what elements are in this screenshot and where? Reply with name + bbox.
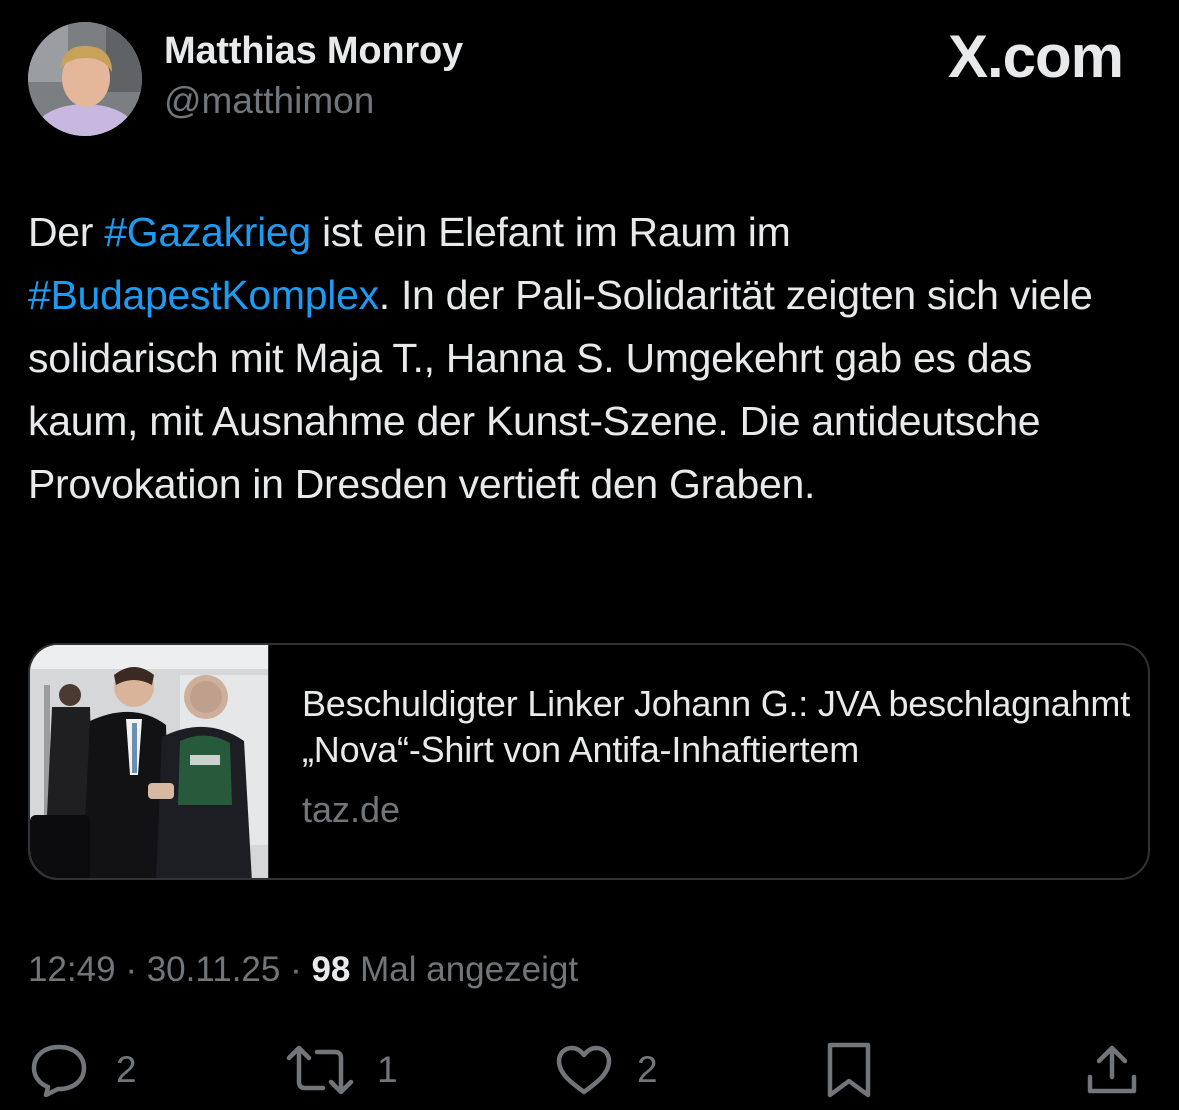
tweet-text-part: Der (28, 209, 105, 255)
view-label: Mal angezeigt (350, 950, 579, 989)
tweet-date[interactable]: 30.11.25 (147, 950, 281, 989)
like-count: 2 (637, 1049, 658, 1090)
bookmark-button[interactable] (826, 1040, 872, 1100)
link-card-thumbnail (30, 645, 269, 878)
link-card-source: taz.de (302, 789, 401, 830)
avatar[interactable] (28, 22, 142, 136)
author-handle[interactable]: @matthimon (164, 80, 374, 122)
repost-button[interactable]: 1 (285, 1040, 398, 1100)
brand-logo: X.com (947, 23, 1124, 90)
repost-icon (286, 1045, 354, 1095)
avatar-photo (28, 22, 142, 136)
link-card[interactable]: Beschuldigter Linker Johann G.: JVA besc… (28, 643, 1150, 880)
heart-icon (556, 1045, 612, 1095)
tweet-text-part: ist ein Elefant im Raum im (310, 209, 791, 255)
bookmark-icon (827, 1042, 871, 1098)
tweet-meta: 12:49 · 30.11.25 · 98 Mal angezeigt (28, 950, 578, 990)
repost-count: 1 (377, 1049, 398, 1090)
share-button[interactable] (1085, 1040, 1139, 1100)
tweet-text: Der #Gazakrieg ist ein Elefant im Raum i… (28, 201, 1138, 516)
meta-separator: · (280, 950, 312, 989)
hashtag-link[interactable]: #Gazakrieg (104, 209, 311, 255)
view-count: 98 (311, 950, 351, 989)
link-card-photo (30, 645, 268, 878)
author-name[interactable]: Matthias Monroy (164, 30, 463, 73)
reply-count: 2 (116, 1049, 137, 1090)
share-icon (1087, 1045, 1137, 1094)
reply-button[interactable]: 2 (30, 1040, 137, 1100)
reply-icon (31, 1044, 87, 1097)
meta-separator: · (115, 950, 147, 989)
tweet-time[interactable]: 12:49 (28, 950, 116, 989)
like-button[interactable]: 2 (555, 1040, 658, 1100)
link-card-title[interactable]: Beschuldigter Linker Johann G.: JVA besc… (302, 681, 1132, 773)
hashtag-link[interactable]: #BudapestKomplex (28, 272, 379, 318)
